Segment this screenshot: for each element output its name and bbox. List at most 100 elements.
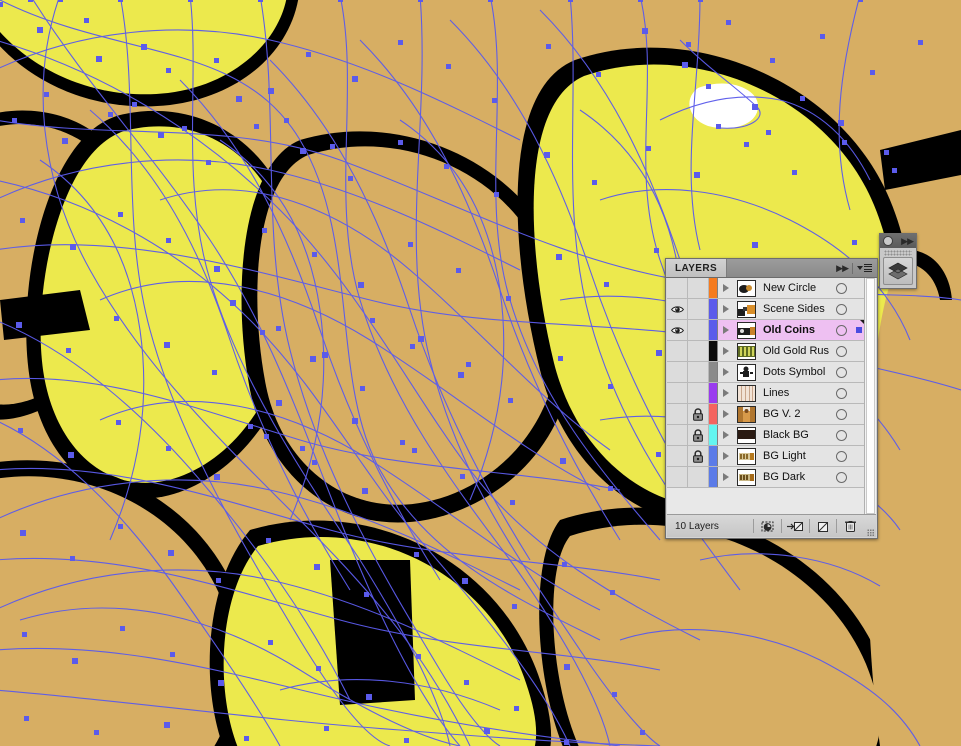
layer-name[interactable]: BG V. 2 [758, 404, 829, 424]
layer-lock-toggle[interactable] [688, 446, 709, 466]
layer-visibility-toggle[interactable] [667, 425, 688, 445]
layer-name[interactable]: Scene Sides [758, 299, 829, 319]
layer-color-swatch [709, 425, 718, 445]
layer-expand-triangle[interactable] [718, 299, 734, 319]
layer-visibility-toggle[interactable] [667, 341, 688, 361]
dock-grip[interactable] [884, 250, 912, 256]
layer-lock-toggle[interactable] [688, 341, 709, 361]
thumb-black-bg [736, 426, 756, 444]
layer-target-indicator[interactable] [829, 383, 853, 403]
layer-expand-triangle[interactable] [718, 278, 734, 298]
layer-row[interactable]: Old Coins [667, 320, 865, 341]
layer-visibility-toggle[interactable] [667, 383, 688, 403]
layer-color-swatch [709, 467, 718, 487]
layer-row[interactable]: New Circle [667, 278, 865, 299]
layer-row[interactable]: BG Light [667, 446, 865, 467]
layer-target-indicator[interactable] [829, 299, 853, 319]
layer-name[interactable]: BG Dark [758, 467, 829, 487]
triangle-right-icon [723, 305, 729, 313]
layer-expand-triangle[interactable] [718, 341, 734, 361]
create-new-layer-button[interactable] [808, 519, 837, 533]
layer-name[interactable]: Old Coins [758, 320, 829, 340]
layer-name[interactable]: Dots Symbol [758, 362, 829, 382]
layer-lock-toggle[interactable] [688, 467, 709, 487]
panel-tab-bar[interactable]: LAYERS ▶▶ [666, 259, 877, 278]
layer-expand-triangle[interactable] [718, 467, 734, 487]
layer-visibility-toggle[interactable] [667, 278, 688, 298]
layer-list[interactable]: New Circle Scene Sides Old Coins Old Gold R… [667, 278, 865, 514]
dock-header[interactable]: ▶▶ [880, 234, 916, 248]
layers-scrollbar[interactable] [864, 278, 876, 514]
layer-name[interactable]: BG Light [758, 446, 829, 466]
layer-row[interactable]: Black BG [667, 425, 865, 446]
layer-target-indicator[interactable] [829, 278, 853, 298]
target-circle-icon [835, 303, 847, 315]
layer-row[interactable]: BG V. 2 [667, 404, 865, 425]
layer-expand-triangle[interactable] [718, 425, 734, 445]
layer-lock-toggle[interactable] [688, 362, 709, 382]
layer-target-indicator[interactable] [829, 425, 853, 445]
layer-name[interactable]: New Circle [758, 278, 829, 298]
layers-panel-footer[interactable]: 10 Layers [667, 514, 876, 537]
resize-grip[interactable] [864, 514, 876, 538]
delete-selection-button[interactable] [836, 519, 864, 533]
target-circle-icon [835, 408, 847, 420]
layers-stack-icon[interactable] [883, 257, 913, 285]
dock-close-icon[interactable] [883, 236, 893, 246]
create-new-sublayer-button[interactable] [780, 519, 809, 533]
layer-target-indicator[interactable] [829, 320, 853, 340]
lock-padlock-icon[interactable] [692, 428, 704, 442]
layer-expand-triangle[interactable] [718, 404, 734, 424]
visibility-eye-icon[interactable] [670, 326, 684, 335]
layer-expand-triangle[interactable] [718, 362, 734, 382]
layer-name[interactable]: Black BG [758, 425, 829, 445]
chevron-down-icon [857, 266, 863, 270]
layer-visibility-toggle[interactable] [667, 299, 688, 319]
layer-lock-toggle[interactable] [688, 299, 709, 319]
tab-layers[interactable]: LAYERS [666, 259, 728, 277]
layer-target-indicator[interactable] [829, 467, 853, 487]
layer-target-indicator[interactable] [829, 362, 853, 382]
selection-square-icon [856, 327, 862, 333]
layer-lock-toggle[interactable] [688, 425, 709, 445]
visibility-eye-icon[interactable] [670, 305, 684, 314]
layer-visibility-toggle[interactable] [667, 404, 688, 424]
layer-lock-toggle[interactable] [688, 320, 709, 340]
layer-row[interactable]: Lines [667, 383, 865, 404]
layer-target-indicator[interactable] [829, 341, 853, 361]
lock-padlock-icon[interactable] [692, 407, 704, 421]
footer-button-group[interactable] [753, 519, 864, 533]
make-clipping-mask-button[interactable] [753, 519, 781, 533]
target-circle-icon [835, 345, 847, 357]
layer-row[interactable]: BG Dark [667, 467, 865, 488]
layer-row[interactable]: Old Gold Rush [667, 341, 865, 362]
layer-lock-toggle[interactable] [688, 278, 709, 298]
triangle-right-icon [723, 431, 729, 439]
layer-target-indicator[interactable] [829, 404, 853, 424]
layer-lock-toggle[interactable] [688, 383, 709, 403]
layer-expand-triangle[interactable] [718, 446, 734, 466]
layers-panel[interactable]: LAYERS ▶▶ New Circle Scene Sides Old Coins… [665, 258, 878, 539]
layer-visibility-toggle[interactable] [667, 446, 688, 466]
layer-visibility-toggle[interactable] [667, 320, 688, 340]
layer-lock-toggle[interactable] [688, 404, 709, 424]
layer-name[interactable]: Lines [758, 383, 829, 403]
layer-visibility-toggle[interactable] [667, 467, 688, 487]
target-circle-icon [835, 366, 847, 378]
lock-padlock-icon[interactable] [692, 449, 704, 463]
collapsed-panel-dock[interactable]: ▶▶ [879, 233, 917, 289]
dock-expand-icon[interactable]: ▶▶ [901, 236, 914, 246]
double-chevron-right-icon[interactable]: ▶▶ [836, 263, 849, 273]
layer-expand-triangle[interactable] [718, 320, 734, 340]
scrollbar-thumb[interactable] [866, 278, 875, 514]
layer-row[interactable]: Dots Symbol [667, 362, 865, 383]
layer-row[interactable]: Scene Sides [667, 299, 865, 320]
layer-visibility-toggle[interactable] [667, 362, 688, 382]
layer-name[interactable]: Old Gold Rush [758, 341, 829, 361]
panel-menu-icon[interactable] [857, 263, 872, 273]
layer-target-indicator[interactable] [829, 446, 853, 466]
layer-expand-triangle[interactable] [718, 383, 734, 403]
layer-thumbnail [734, 425, 758, 445]
layer-color-swatch [709, 341, 718, 361]
layer-thumbnail [734, 467, 758, 487]
